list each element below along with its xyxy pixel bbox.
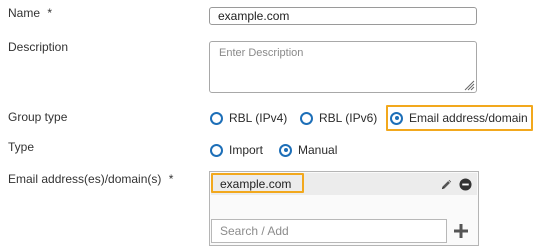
search-add-input[interactable] (211, 219, 447, 243)
radio-circle-selected[interactable] (279, 143, 292, 157)
radio-circle[interactable] (210, 111, 223, 125)
radio-import[interactable]: Import (210, 140, 263, 160)
resize-grip-icon[interactable] (463, 79, 475, 91)
remove-icon[interactable] (459, 178, 472, 191)
radio-rbl-ipv6-label: RBL (IPv6) (319, 111, 378, 125)
group-type-label: Group type (8, 110, 68, 124)
required-mark: * (47, 6, 53, 20)
type-label: Type (8, 140, 35, 154)
radio-rbl-ipv4-label: RBL (IPv4) (229, 111, 288, 125)
email-list-label: Email address(es)/domain(s) * (8, 172, 173, 186)
email-list-label-text: Email address(es)/domain(s) (8, 172, 162, 186)
description-label: Description (8, 40, 69, 54)
radio-rbl-ipv4[interactable]: RBL (IPv4) (210, 108, 287, 128)
plus-icon[interactable] (452, 222, 470, 240)
radio-circle[interactable] (210, 143, 223, 157)
name-label: Name * (8, 6, 52, 20)
radio-manual-label: Manual (298, 143, 338, 157)
name-label-text: Name (8, 6, 41, 20)
radio-circle-selected[interactable] (390, 111, 403, 125)
description-textarea[interactable]: Enter Description (209, 41, 477, 93)
radio-email-domain-label: Email address/domain (409, 111, 528, 125)
name-input[interactable] (209, 7, 477, 25)
radio-circle[interactable] (300, 111, 313, 125)
required-mark: * (168, 172, 174, 186)
radio-import-label: Import (229, 143, 264, 157)
radio-rbl-ipv6[interactable]: RBL (IPv6) (300, 108, 377, 128)
highlight-box (211, 173, 304, 193)
pencil-icon[interactable] (440, 178, 453, 191)
radio-manual[interactable]: Manual (279, 140, 337, 160)
radio-email-domain[interactable]: Email address/domain (390, 108, 528, 128)
description-placeholder: Enter Description (219, 47, 304, 59)
